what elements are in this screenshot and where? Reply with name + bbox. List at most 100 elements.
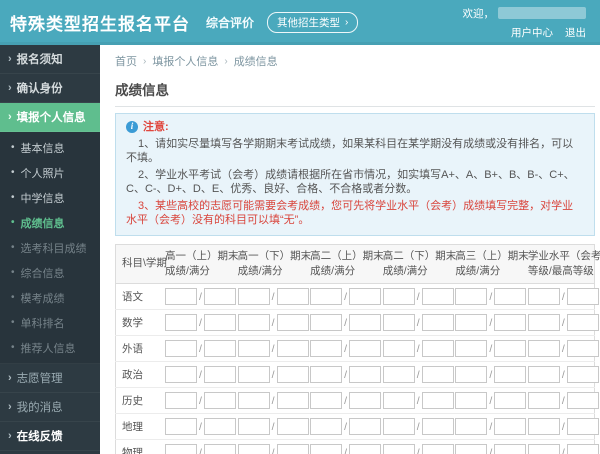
full-score-input[interactable] <box>421 366 454 384</box>
full-score-input[interactable] <box>203 314 236 332</box>
score-input[interactable] <box>237 314 270 332</box>
score-input[interactable] <box>237 366 270 384</box>
score-input[interactable] <box>237 392 270 410</box>
full-score-input[interactable] <box>349 340 382 358</box>
user-center-link[interactable]: 用户中心 <box>511 25 553 40</box>
max-grade-input[interactable] <box>566 340 599 358</box>
max-grade-input[interactable] <box>566 392 599 410</box>
score-input[interactable] <box>455 340 488 358</box>
sidebar-subitem-recommender-info[interactable]: • 推荐人信息 <box>0 335 100 360</box>
score-input[interactable] <box>455 392 488 410</box>
full-score-input[interactable] <box>276 392 309 410</box>
full-score-input[interactable] <box>349 418 382 436</box>
full-score-input[interactable] <box>349 444 382 454</box>
max-grade-input[interactable] <box>566 314 599 332</box>
score-input[interactable] <box>382 288 415 306</box>
full-score-input[interactable] <box>421 444 454 454</box>
full-score-input[interactable] <box>494 444 527 454</box>
max-grade-input[interactable] <box>566 444 599 454</box>
other-enrollment-types-button[interactable]: 其他招生类型 › <box>267 12 359 33</box>
score-input[interactable] <box>382 444 415 454</box>
full-score-input[interactable] <box>349 288 382 306</box>
score-input[interactable] <box>310 444 343 454</box>
full-score-input[interactable] <box>494 340 527 358</box>
full-score-input[interactable] <box>276 340 309 358</box>
score-input[interactable] <box>382 366 415 384</box>
full-score-input[interactable] <box>421 418 454 436</box>
sidebar-item-my-messages[interactable]: › 我的消息 <box>0 393 100 422</box>
score-input[interactable] <box>455 418 488 436</box>
score-input[interactable] <box>165 418 197 436</box>
full-score-input[interactable] <box>349 366 382 384</box>
score-input[interactable] <box>310 392 343 410</box>
full-score-input[interactable] <box>421 288 454 306</box>
grade-input[interactable] <box>527 288 560 306</box>
score-input[interactable] <box>310 314 343 332</box>
score-input[interactable] <box>310 366 343 384</box>
score-input[interactable] <box>165 288 197 306</box>
max-grade-input[interactable] <box>566 288 599 306</box>
full-score-input[interactable] <box>203 288 236 306</box>
grade-input[interactable] <box>527 392 560 410</box>
full-score-input[interactable] <box>203 418 236 436</box>
sidebar-subitem-personal-photo[interactable]: • 个人照片 <box>0 160 100 185</box>
full-score-input[interactable] <box>421 340 454 358</box>
grade-input[interactable] <box>527 444 560 454</box>
breadcrumb-personal-info[interactable]: 填报个人信息 <box>152 53 218 69</box>
sidebar-item-confirm-identity[interactable]: › 确认身份 <box>0 74 100 103</box>
max-grade-input[interactable] <box>566 366 599 384</box>
score-input[interactable] <box>455 314 488 332</box>
sidebar-subitem-school-info[interactable]: • 中学信息 <box>0 185 100 210</box>
sidebar-item-fill-personal-info[interactable]: › 填报个人信息 <box>0 103 100 132</box>
max-grade-input[interactable] <box>566 418 599 436</box>
score-input[interactable] <box>165 392 197 410</box>
full-score-input[interactable] <box>494 366 527 384</box>
sidebar-subitem-score-info[interactable]: • 成绩信息 <box>0 210 100 235</box>
logout-link[interactable]: 退出 <box>565 25 586 40</box>
full-score-input[interactable] <box>421 314 454 332</box>
grade-input[interactable] <box>527 366 560 384</box>
sidebar-subitem-basic-info[interactable]: • 基本信息 <box>0 135 100 160</box>
score-input[interactable] <box>455 288 488 306</box>
sidebar-item-application-management[interactable]: › 志愿管理 <box>0 364 100 393</box>
full-score-input[interactable] <box>276 288 309 306</box>
score-input[interactable] <box>382 314 415 332</box>
full-score-input[interactable] <box>494 288 527 306</box>
sidebar-subitem-comprehensive-info[interactable]: • 综合信息 <box>0 260 100 285</box>
full-score-input[interactable] <box>203 392 236 410</box>
sidebar-item-registration-notice[interactable]: › 报名须知 <box>0 45 100 74</box>
score-input[interactable] <box>165 444 197 454</box>
score-input[interactable] <box>237 340 270 358</box>
full-score-input[interactable] <box>203 366 236 384</box>
score-input[interactable] <box>310 340 343 358</box>
score-input[interactable] <box>382 418 415 436</box>
score-input[interactable] <box>165 366 197 384</box>
full-score-input[interactable] <box>203 340 236 358</box>
score-input[interactable] <box>382 392 415 410</box>
grade-input[interactable] <box>527 314 560 332</box>
score-input[interactable] <box>455 444 488 454</box>
sidebar-subitem-subject-ranking[interactable]: • 单科排名 <box>0 310 100 335</box>
score-input[interactable] <box>310 288 343 306</box>
score-input[interactable] <box>237 288 270 306</box>
score-input[interactable] <box>237 418 270 436</box>
full-score-input[interactable] <box>276 314 309 332</box>
full-score-input[interactable] <box>276 418 309 436</box>
full-score-input[interactable] <box>276 444 309 454</box>
full-score-input[interactable] <box>494 314 527 332</box>
full-score-input[interactable] <box>349 392 382 410</box>
sidebar-item-online-feedback[interactable]: › 在线反馈 <box>0 422 100 451</box>
score-input[interactable] <box>455 366 488 384</box>
grade-input[interactable] <box>527 340 560 358</box>
full-score-input[interactable] <box>349 314 382 332</box>
full-score-input[interactable] <box>203 444 236 454</box>
full-score-input[interactable] <box>276 366 309 384</box>
score-input[interactable] <box>237 444 270 454</box>
score-input[interactable] <box>382 340 415 358</box>
grade-input[interactable] <box>527 418 560 436</box>
sidebar-subitem-elective-subject-scores[interactable]: • 选考科目成绩 <box>0 235 100 260</box>
score-input[interactable] <box>165 314 197 332</box>
score-input[interactable] <box>310 418 343 436</box>
score-input[interactable] <box>165 340 197 358</box>
breadcrumb-home[interactable]: 首页 <box>115 53 137 69</box>
